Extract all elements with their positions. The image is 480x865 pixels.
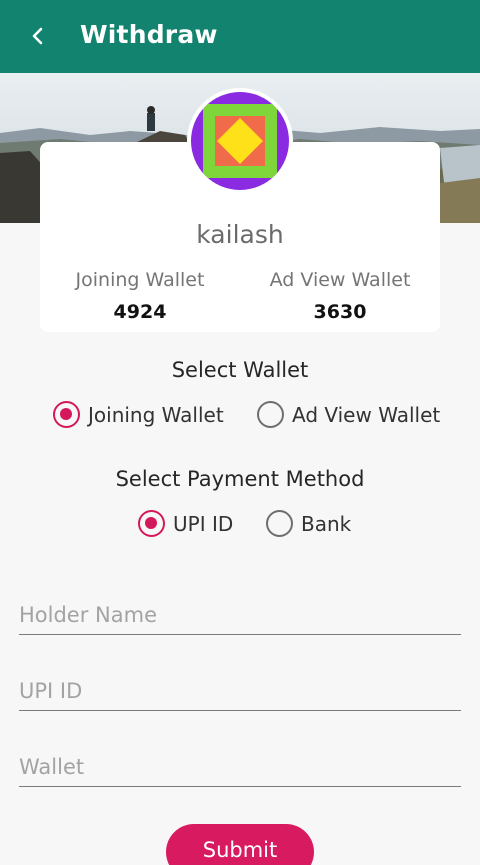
radio-upi-id[interactable]: UPI ID [138, 510, 233, 537]
radio-label: Joining Wallet [88, 402, 224, 427]
joining-wallet-label: Joining Wallet [75, 269, 205, 291]
radio-checked-icon [138, 510, 165, 537]
colorful-square-diamond-logo [191, 92, 289, 190]
app-bar: Withdraw [0, 0, 480, 73]
radio-label: Ad View Wallet [292, 402, 441, 427]
radio-checked-icon [53, 401, 80, 428]
radio-unchecked-icon [266, 510, 293, 537]
avatar [187, 88, 293, 194]
radio-label: Bank [301, 511, 352, 536]
upi-id-field[interactable] [19, 671, 461, 711]
wallet-field[interactable] [19, 747, 461, 787]
submit-button[interactable]: Submit [166, 824, 314, 865]
ad-view-wallet-value: 3630 [313, 301, 367, 323]
radio-joining-wallet[interactable]: Joining Wallet [53, 401, 224, 428]
radio-label: UPI ID [173, 511, 234, 536]
back-button[interactable] [26, 22, 50, 50]
joining-wallet-value: 4924 [113, 301, 167, 323]
payment-method-title: Select Payment Method [115, 467, 365, 491]
page-title: Withdraw [80, 20, 218, 49]
radio-bank[interactable]: Bank [266, 510, 351, 537]
radio-unchecked-icon [257, 401, 284, 428]
chevron-left-icon [32, 27, 43, 45]
select-wallet-title: Select Wallet [171, 358, 309, 382]
radio-ad-view-wallet[interactable]: Ad View Wallet [257, 401, 440, 428]
ad-view-wallet-label: Ad View Wallet [269, 269, 411, 291]
username: kailash [196, 220, 284, 249]
holder-name-field[interactable] [19, 595, 461, 635]
